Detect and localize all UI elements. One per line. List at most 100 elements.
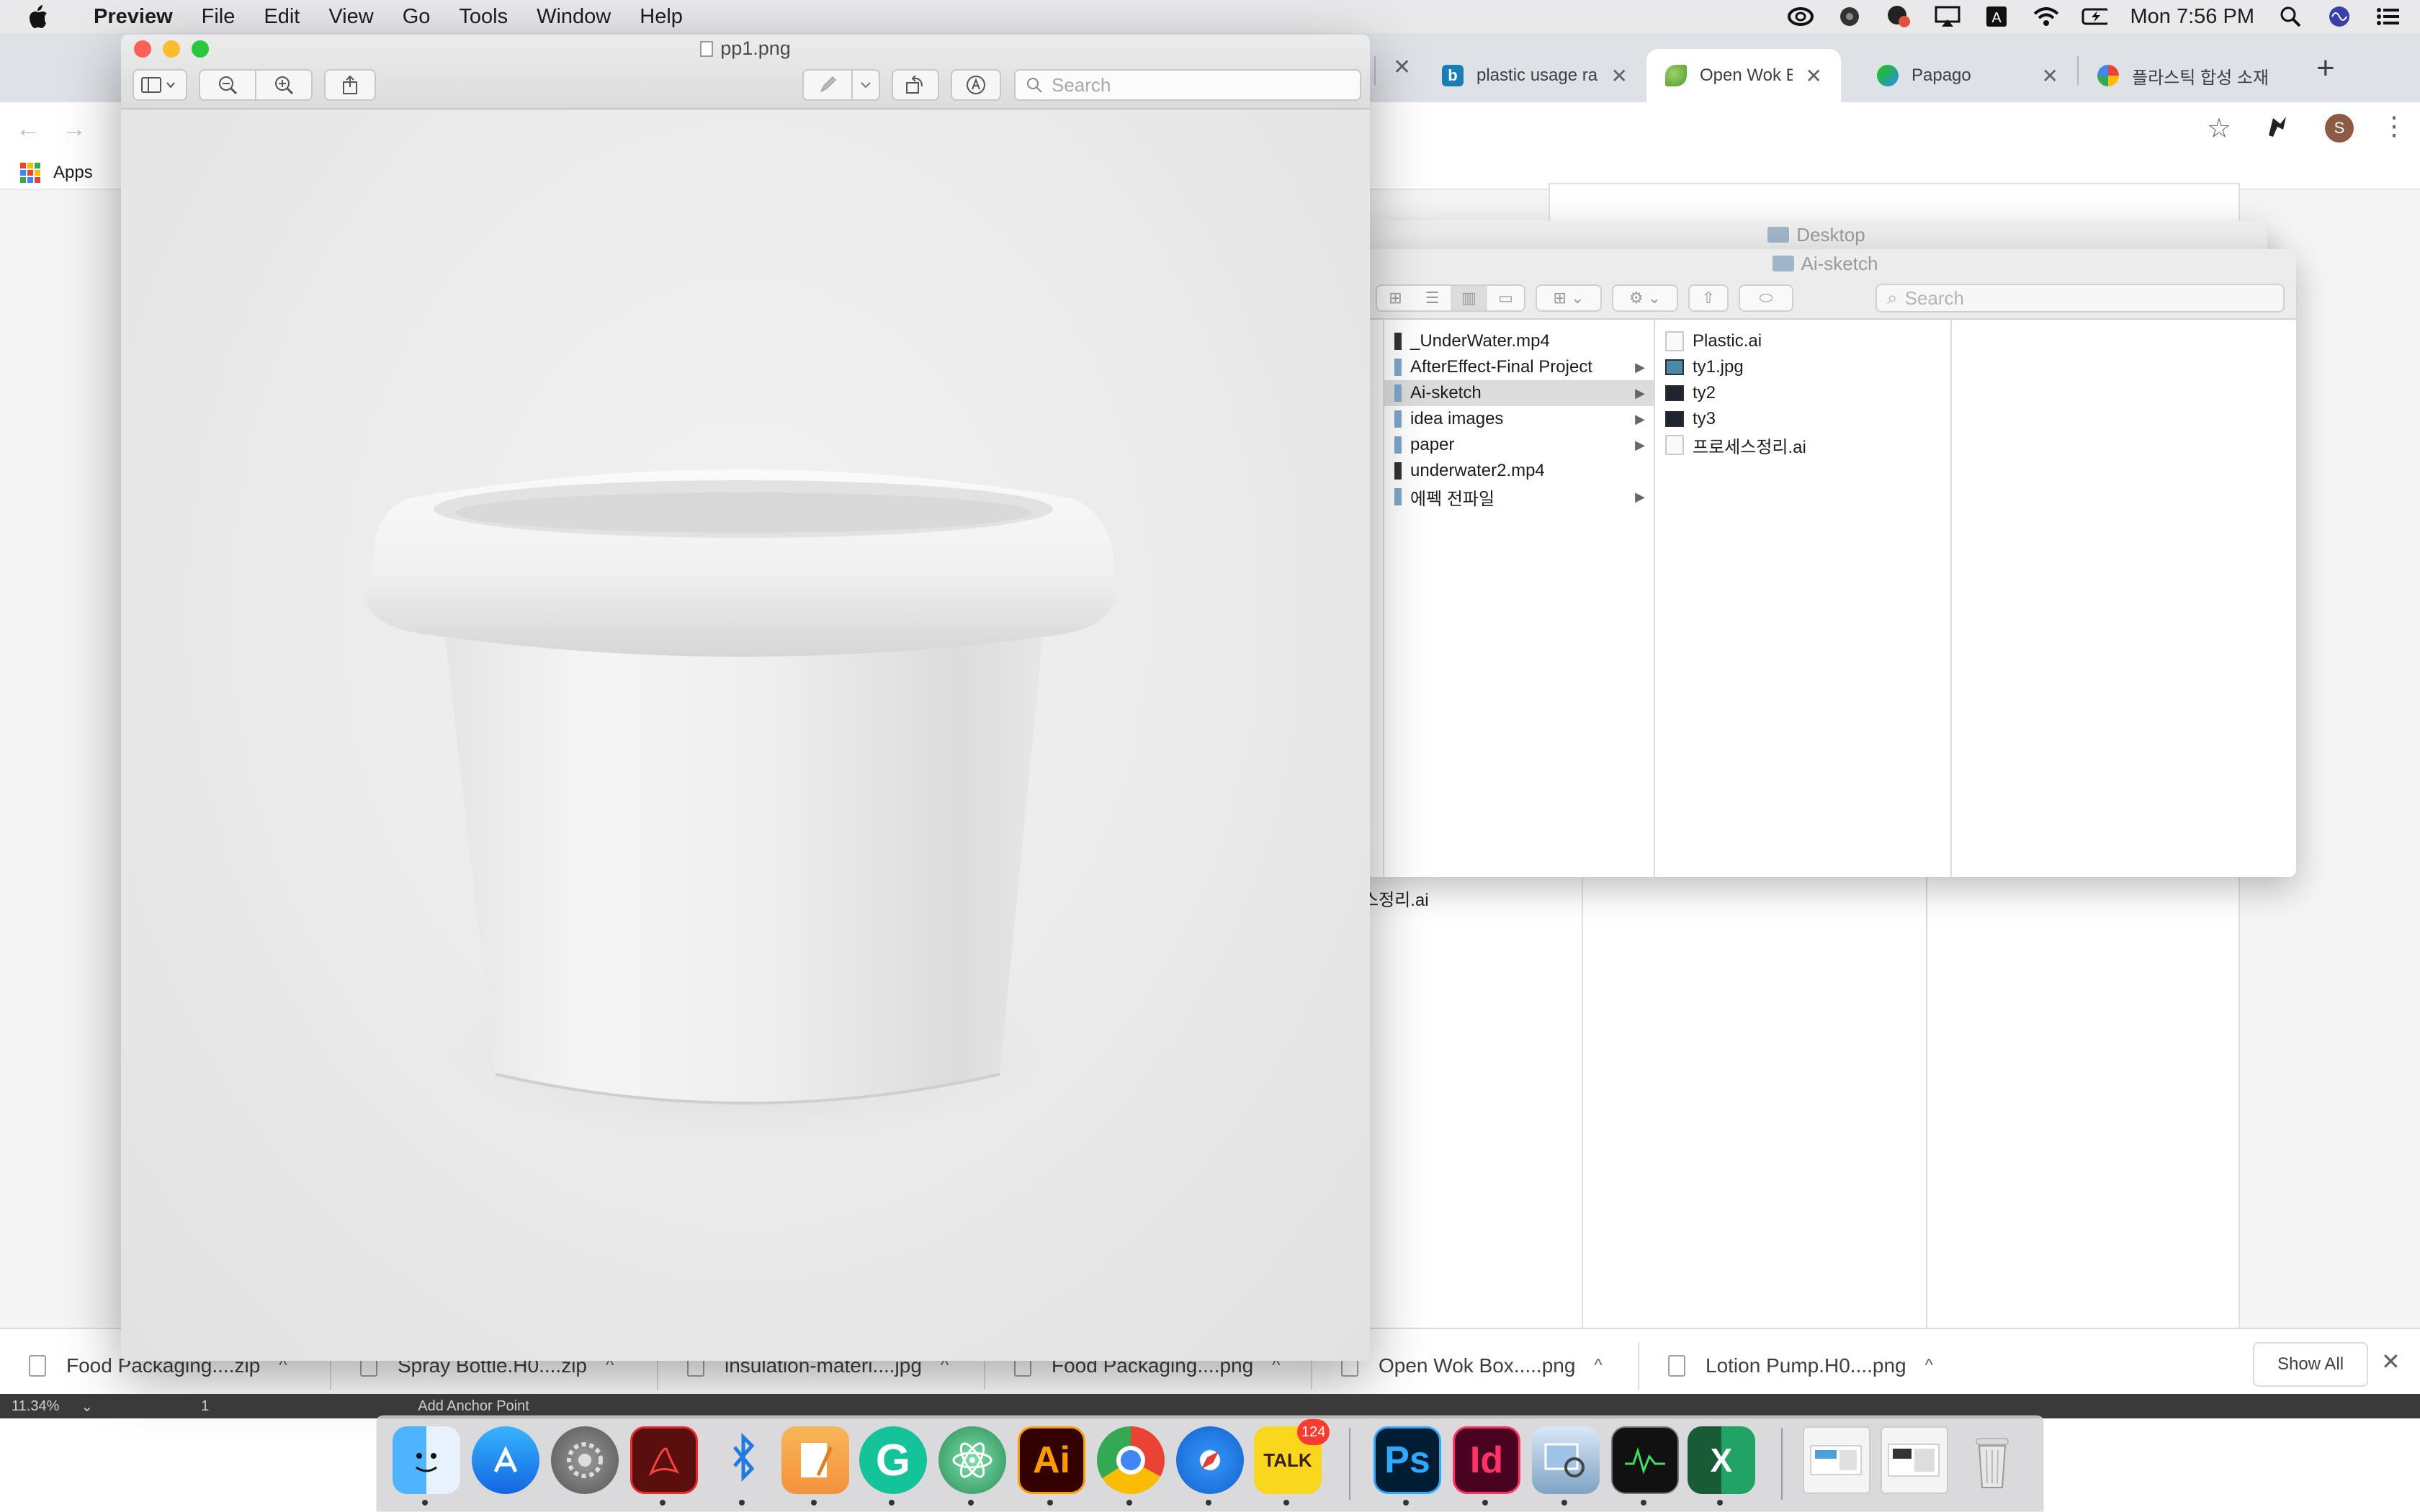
- pen-icon[interactable]: [804, 71, 853, 99]
- show-all-downloads-button[interactable]: Show All: [2253, 1342, 2368, 1387]
- close-download-shelf-icon[interactable]: ✕: [2381, 1348, 2401, 1375]
- tags-button[interactable]: ⬭: [1739, 284, 1793, 312]
- dock-bluetooth-icon[interactable]: [709, 1426, 777, 1494]
- tab-close-icon[interactable]: ✕: [1806, 64, 1822, 88]
- list-view-icon[interactable]: ☰: [1414, 289, 1451, 307]
- menubar-clock[interactable]: Mon 7:56 PM: [2130, 5, 2254, 29]
- tab-close-icon-partial[interactable]: ✕: [1393, 55, 1411, 80]
- finder-row[interactable]: 프로세스정리.ai: [1655, 432, 1950, 458]
- zoom-out-icon[interactable]: [200, 71, 256, 99]
- dock-safari-icon[interactable]: [1176, 1426, 1244, 1494]
- finder-row[interactable]: paper ▶: [1384, 432, 1654, 458]
- menu-help[interactable]: Help: [625, 5, 697, 29]
- forward-arrow-icon[interactable]: →: [62, 115, 86, 143]
- dock-activity-monitor-icon[interactable]: [1611, 1426, 1679, 1494]
- zoom-dropdown-icon[interactable]: ⌄: [81, 1398, 93, 1416]
- creative-cloud-icon[interactable]: [1787, 4, 1814, 29]
- finder-row[interactable]: ty2: [1655, 380, 1950, 406]
- dock-pages-icon[interactable]: [781, 1426, 849, 1494]
- chrome-tab-google[interactable]: 플라스틱 합성 소재: [2079, 49, 2308, 102]
- column-view-icon[interactable]: ▥: [1451, 286, 1487, 310]
- menu-go[interactable]: Go: [388, 5, 445, 29]
- profile-avatar[interactable]: S: [2325, 114, 2354, 143]
- dock-system-preferences-icon[interactable]: [551, 1426, 619, 1494]
- finder-desktop-titlebar[interactable]: Desktop: [1366, 220, 2267, 249]
- finder-row[interactable]: idea images ▶: [1384, 406, 1654, 432]
- dock-stack-downloads-icon[interactable]: [1881, 1426, 1948, 1494]
- preview-search-field[interactable]: Search: [1014, 69, 1361, 101]
- menu-edit[interactable]: Edit: [249, 5, 314, 29]
- sidebar-toggle-button[interactable]: [133, 69, 187, 101]
- zoom-level[interactable]: 11.34%: [12, 1398, 59, 1415]
- notification-app-icon[interactable]: [1886, 4, 1912, 29]
- action-gear-button[interactable]: ⚙ ⌄: [1612, 284, 1678, 312]
- gallery-view-icon[interactable]: ▭: [1487, 289, 1524, 307]
- dock-grammarly-icon[interactable]: G: [859, 1426, 927, 1494]
- dock-stack-documents-icon[interactable]: [1803, 1426, 1870, 1494]
- back-arrow-icon[interactable]: ←: [16, 115, 40, 143]
- markup-toolbar-button[interactable]: [951, 69, 1001, 101]
- share-button[interactable]: ⇧: [1688, 284, 1729, 312]
- dock-app-store-icon[interactable]: [472, 1426, 539, 1494]
- apps-grid-icon[interactable]: [20, 163, 40, 183]
- wifi-icon[interactable]: [2033, 4, 2058, 29]
- battery-icon[interactable]: [2081, 4, 2107, 29]
- zoom-in-icon[interactable]: [256, 75, 311, 95]
- siri-icon[interactable]: [2326, 4, 2352, 29]
- chrome-tab-papago[interactable]: Papago ✕: [1858, 49, 2077, 102]
- icon-view-icon[interactable]: ⊞: [1377, 289, 1414, 307]
- extension-icon[interactable]: [2264, 114, 2290, 140]
- tab-close-icon[interactable]: ✕: [1611, 64, 1628, 88]
- preview-titlebar[interactable]: pp1.png Search: [121, 35, 1370, 109]
- finder-row[interactable]: underwater2.mp4: [1384, 458, 1654, 484]
- new-tab-button[interactable]: +: [2316, 50, 2335, 86]
- finder-row[interactable]: ty3: [1655, 406, 1950, 432]
- notification-center-icon[interactable]: [2375, 4, 2401, 29]
- dock-excel-icon[interactable]: X: [1688, 1426, 1755, 1494]
- app-menu-preview[interactable]: Preview: [79, 5, 187, 29]
- bookmark-star-icon[interactable]: ☆: [2207, 112, 2231, 145]
- finder-row-selected[interactable]: Ai-sketch ▶: [1384, 380, 1654, 406]
- camera-status-icon[interactable]: [1837, 4, 1863, 29]
- chrome-tab-openwok[interactable]: Open Wok Box l ✕: [1646, 49, 1841, 102]
- spotlight-search-icon[interactable]: [2277, 4, 2303, 29]
- input-source-icon[interactable]: A: [1984, 4, 2009, 29]
- dock-preview-icon[interactable]: [1532, 1426, 1600, 1494]
- chevron-up-icon[interactable]: ^: [1594, 1356, 1602, 1376]
- dock-acrobat-icon[interactable]: [630, 1426, 698, 1494]
- dock-indesign-icon[interactable]: Id: [1453, 1426, 1520, 1494]
- finder-row[interactable]: ty1.jpg: [1655, 354, 1950, 380]
- airplay-icon[interactable]: [1935, 4, 1960, 29]
- finder-titlebar[interactable]: Ai-sketch: [1354, 249, 2296, 278]
- apple-menu-icon[interactable]: [0, 4, 79, 29]
- menu-view[interactable]: View: [314, 5, 387, 29]
- chevron-up-icon[interactable]: ^: [1925, 1356, 1933, 1376]
- finder-row[interactable]: _UnderWater.mp4: [1384, 328, 1654, 354]
- dock-photoshop-icon[interactable]: Ps: [1373, 1426, 1441, 1494]
- menu-tools[interactable]: Tools: [444, 5, 522, 29]
- group-by-button[interactable]: ⊞ ⌄: [1536, 284, 1602, 312]
- menu-window[interactable]: Window: [522, 5, 625, 29]
- finder-row[interactable]: 에펙 전파일 ▶: [1384, 484, 1654, 510]
- chrome-tab-bing[interactable]: b plastic usage ra ✕: [1423, 49, 1646, 102]
- chrome-menu-icon[interactable]: ⋮: [2381, 111, 2407, 141]
- finder-search-placeholder: Search: [1904, 287, 1964, 309]
- dock-atom-icon[interactable]: [938, 1426, 1006, 1494]
- download-item[interactable]: Lotion Pump.H0....png ^: [1668, 1341, 1933, 1391]
- dock-trash-icon[interactable]: [1958, 1426, 2026, 1494]
- tab-close-icon[interactable]: ✕: [2042, 64, 2058, 88]
- page-number[interactable]: 1: [201, 1398, 209, 1415]
- share-button[interactable]: [324, 69, 376, 101]
- svg-text:A: A: [1991, 10, 2002, 26]
- finder-search-field[interactable]: ⌕ Search: [1876, 284, 2285, 312]
- menu-file[interactable]: File: [187, 5, 250, 29]
- finder-row[interactable]: AfterEffect-Final Project ▶: [1384, 354, 1654, 380]
- download-item[interactable]: Open Wok Box.....png ^: [1341, 1341, 1603, 1391]
- chevron-down-icon[interactable]: [853, 81, 879, 89]
- dock-finder-icon[interactable]: [393, 1426, 460, 1494]
- apps-bookmark[interactable]: Apps: [53, 163, 93, 183]
- finder-row[interactable]: Plastic.ai: [1655, 328, 1950, 354]
- rotate-button[interactable]: [892, 69, 939, 101]
- dock-chrome-icon[interactable]: [1097, 1426, 1165, 1494]
- dock-illustrator-icon[interactable]: Ai: [1018, 1426, 1085, 1494]
